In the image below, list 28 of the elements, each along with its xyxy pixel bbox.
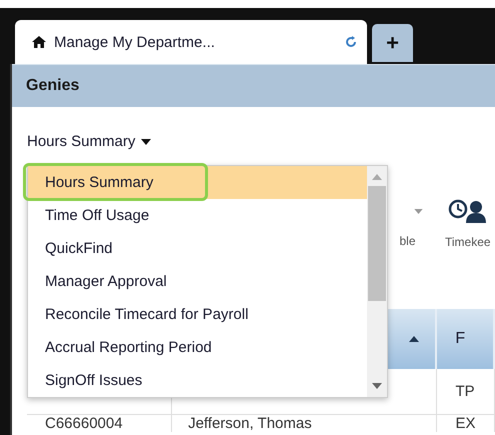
caret-icon[interactable] (414, 209, 423, 214)
menu-item[interactable]: Hours Summary (28, 166, 367, 199)
clock-person-icon[interactable] (448, 199, 488, 223)
caret-icon (141, 138, 152, 144)
menu-item[interactable]: Time Off Usage (28, 199, 367, 232)
add-tab-button[interactable]: + (372, 24, 413, 62)
table-cell: C66660004 (45, 415, 123, 432)
menu-item[interactable]: Reconcile Timecard for Payroll (28, 298, 367, 331)
home-icon (32, 36, 46, 48)
scrollbar[interactable] (367, 166, 387, 397)
menu-item[interactable]: Accrual Reporting Period (28, 331, 367, 364)
tab-title: Manage My Departme... (54, 34, 216, 50)
refresh-icon[interactable] (345, 36, 357, 48)
column-title: F (455, 330, 466, 348)
genie-select[interactable]: Hours Summary (27, 133, 152, 150)
table-cell: Jefferson, Thomas (188, 415, 312, 432)
toolbar-label[interactable]: ble (399, 234, 416, 248)
table-cell: TP (455, 383, 475, 400)
scroll-down-icon[interactable] (372, 383, 382, 389)
panel-title: Genies (26, 77, 80, 95)
menu-item[interactable]: QuickFind (28, 232, 367, 265)
sort-icon (409, 336, 420, 342)
menu-item[interactable]: SignOff Issues (28, 364, 367, 397)
column-header[interactable]: F (437, 309, 495, 369)
menu-item[interactable]: Manager Approval (28, 265, 367, 298)
table-cell: EX (455, 415, 476, 432)
toolbar-label[interactable]: Timekee (445, 235, 491, 249)
page-tab[interactable]: Manage My Departme... (15, 20, 367, 64)
